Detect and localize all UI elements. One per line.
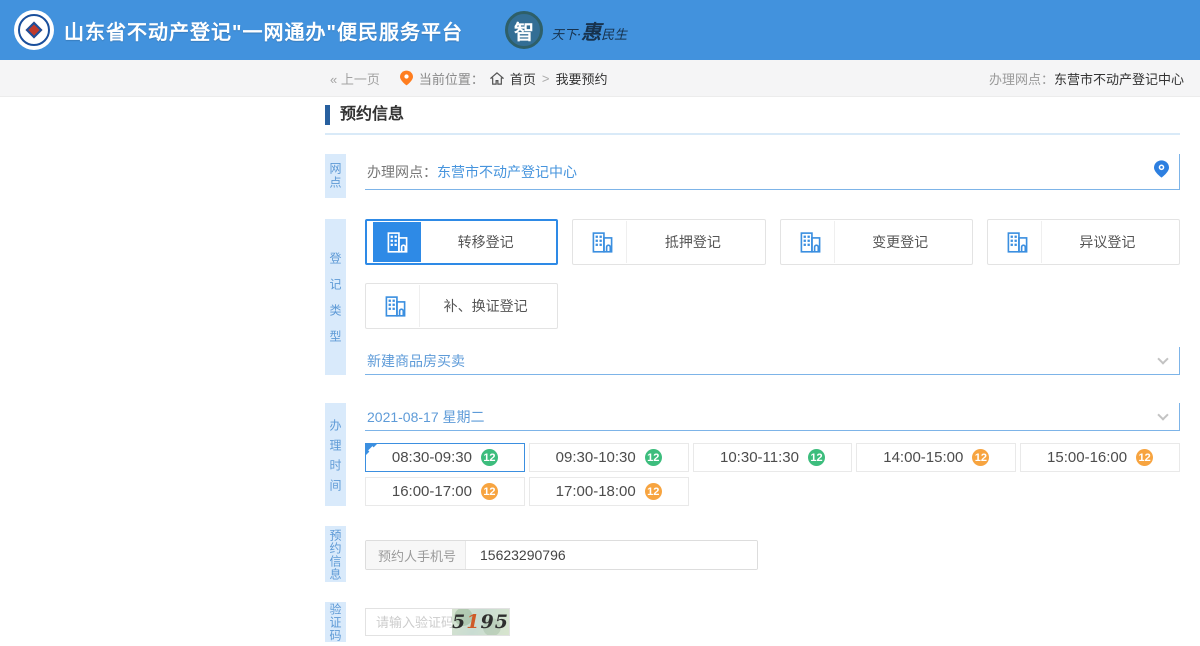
- time-slot[interactable]: 08:30-09:30 12: [365, 443, 525, 472]
- building-icon: [590, 231, 615, 254]
- regtype-button-mortgage[interactable]: 抵押登记: [572, 219, 765, 265]
- regtype-button-transfer[interactable]: 转移登记: [365, 219, 558, 265]
- back-link[interactable]: « 上一页: [330, 69, 380, 88]
- slot-count-badge: 12: [1136, 449, 1153, 466]
- subtype-select[interactable]: 新建商品房买卖: [365, 347, 1180, 375]
- captcha-row: 验证码 5195: [325, 602, 1180, 642]
- breadcrumb-home[interactable]: 首页: [510, 69, 536, 88]
- phone-field-label: 预约人手机号: [366, 541, 466, 569]
- regtype-button-change[interactable]: 变更登记: [780, 219, 973, 265]
- slogan-logo: 智 天下·惠民生: [505, 11, 627, 49]
- slogan-text: 天下·惠民生: [551, 16, 627, 45]
- slot-count-badge: 12: [972, 449, 989, 466]
- slot-count-badge: 12: [481, 483, 498, 500]
- time-slot[interactable]: 17:00-18:00 12: [529, 477, 689, 506]
- appointment-form: 预约信息 网点 办理网点： 东营市不动产登记中心 登记类型: [325, 97, 1180, 642]
- time-slot-grid: 08:30-09:30 12 09:30-10:30 12 10:30-11:3…: [365, 443, 1180, 506]
- chevron-down-icon: [1157, 353, 1168, 364]
- outlet-field-value: 东营市不动产登记中心: [437, 162, 577, 182]
- phone-field-group: 预约人手机号: [365, 540, 758, 570]
- section-label-regtype: 登记类型: [325, 219, 346, 375]
- app-header: 山东省不动产登记"一网通办"便民服务平台 智 天下·惠民生: [0, 0, 1200, 60]
- section-label-booking: 预约信息: [325, 526, 346, 582]
- breadcrumb-separator: >: [542, 71, 550, 86]
- date-select[interactable]: 2021-08-17 星期二: [365, 403, 1180, 431]
- slot-count-badge: 12: [645, 449, 662, 466]
- outlet-row: 网点 办理网点： 东营市不动产登记中心: [325, 154, 1180, 198]
- location-pin-icon: [400, 70, 413, 86]
- subtype-value: 新建商品房买卖: [367, 351, 465, 371]
- building-icon: [579, 221, 627, 263]
- time-row: 办理时间 2021-08-17 星期二 08:30-09:30 12 09:30…: [325, 403, 1180, 506]
- time-slot[interactable]: 10:30-11:30 12: [693, 443, 853, 472]
- breadcrumb-current: 我要预约: [555, 69, 607, 88]
- slot-count-badge: 12: [645, 483, 662, 500]
- building-icon: [372, 285, 420, 327]
- app-logo-emblem-icon: [14, 10, 54, 50]
- slot-count-badge: 12: [481, 449, 498, 466]
- chevron-down-icon: [1157, 409, 1168, 420]
- building-icon: [373, 222, 421, 262]
- outlet-field-label: 办理网点：: [367, 162, 437, 182]
- section-label-time: 办理时间: [325, 403, 346, 506]
- time-slot[interactable]: 09:30-10:30 12: [529, 443, 689, 472]
- building-icon: [798, 231, 823, 254]
- regtype-button-reissue[interactable]: 补、换证登记: [365, 283, 558, 329]
- building-icon: [385, 231, 410, 254]
- section-label-captcha: 验证码: [325, 602, 346, 642]
- regtype-row: 登记类型 转移登记: [325, 219, 1180, 375]
- building-icon: [1005, 231, 1030, 254]
- time-slot[interactable]: 14:00-15:00 12: [856, 443, 1016, 472]
- captcha-field-group: 5195: [365, 608, 510, 636]
- office-indicator: 办理网点：东营市不动产登记中心: [989, 69, 1184, 88]
- phone-input[interactable]: [466, 541, 757, 569]
- building-icon: [994, 221, 1042, 263]
- breadcrumb-bar: « 上一页 当前位置： 首页 > 我要预约 办理网点：东营市不动产登记中心: [0, 60, 1200, 97]
- slot-count-badge: 12: [808, 449, 825, 466]
- page-title: 预约信息: [325, 105, 1180, 125]
- section-label-outlet: 网点: [325, 154, 346, 198]
- home-icon: [490, 72, 504, 85]
- app-title: 山东省不动产登记"一网通办"便民服务平台: [64, 16, 463, 45]
- regtype-grid: 转移登记 抵押登记: [365, 219, 1180, 329]
- date-value: 2021-08-17 星期二: [367, 407, 485, 427]
- time-slot[interactable]: 15:00-16:00 12: [1020, 443, 1180, 472]
- time-slot[interactable]: 16:00-17:00 12: [365, 477, 525, 506]
- captcha-image[interactable]: 5195: [452, 609, 509, 635]
- outlet-pin-button[interactable]: [1154, 160, 1169, 181]
- section-head: 预约信息: [325, 105, 1180, 135]
- building-icon: [787, 221, 835, 263]
- breadcrumb-location-label: 当前位置：: [419, 69, 484, 88]
- outlet-select-field[interactable]: 办理网点： 东营市不动产登记中心: [365, 154, 1180, 190]
- regtype-button-objection[interactable]: 异议登记: [987, 219, 1180, 265]
- building-icon: [383, 295, 408, 318]
- slogan-zhi-icon: 智: [505, 11, 543, 49]
- location-pin-icon: [1154, 160, 1169, 178]
- booking-row: 预约信息 预约人手机号: [325, 526, 1180, 582]
